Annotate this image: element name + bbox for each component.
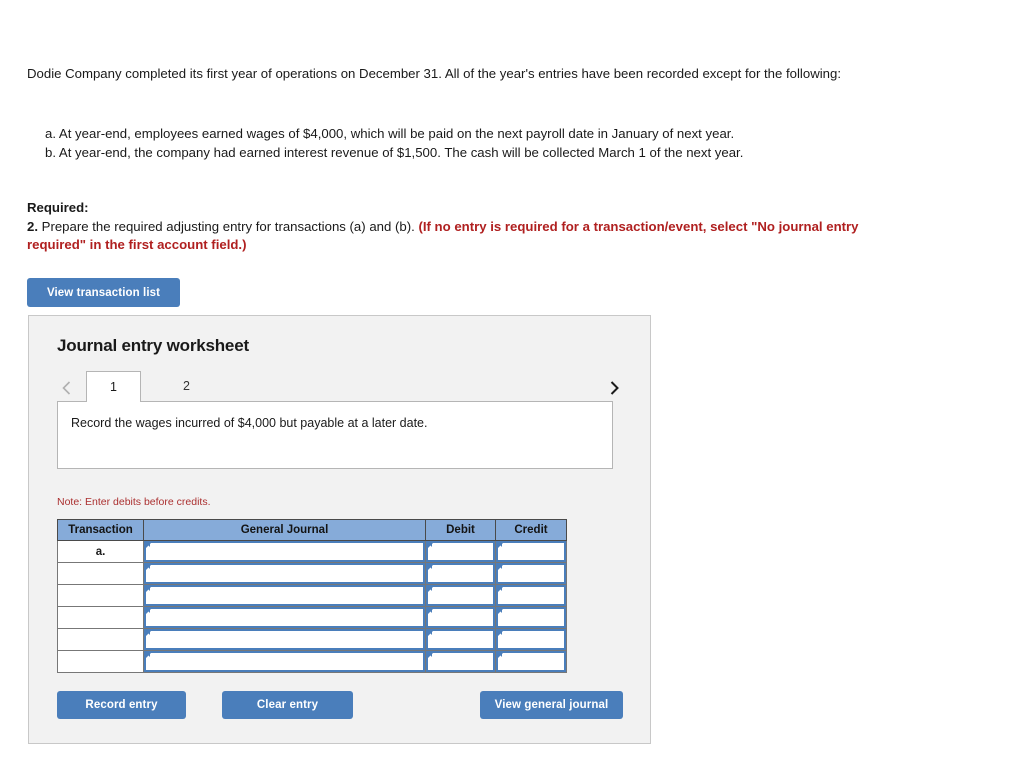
general-journal-input-3[interactable]	[143, 584, 426, 607]
problem-statement: Dodie Company completed its first year o…	[27, 64, 877, 162]
credit-input-2[interactable]	[495, 562, 567, 585]
general-journal-input-field-1[interactable]	[144, 541, 425, 562]
credit-input-field-5[interactable]	[496, 629, 566, 650]
tab-1[interactable]: 1	[86, 371, 141, 402]
debit-input-1[interactable]	[425, 540, 496, 563]
transaction-label	[57, 628, 144, 651]
credit-input-5[interactable]	[495, 628, 567, 651]
view-transaction-list-button[interactable]: View transaction list	[27, 278, 180, 307]
worksheet-tabs: 1 2	[29, 371, 650, 402]
credit-input-field-1[interactable]	[496, 541, 566, 562]
column-header-debit: Debit	[425, 519, 496, 541]
general-journal-input-5[interactable]	[143, 628, 426, 651]
general-journal-input-4[interactable]	[143, 606, 426, 629]
debit-input-field-5[interactable]	[426, 629, 495, 650]
debit-input-field-1[interactable]	[426, 541, 495, 562]
debit-input-5[interactable]	[425, 628, 496, 651]
debits-before-credits-note: Note: Enter debits before credits.	[57, 496, 211, 508]
credit-input-3[interactable]	[495, 584, 567, 607]
general-journal-input-field-5[interactable]	[144, 629, 425, 650]
column-header-general-journal: General Journal	[143, 519, 426, 541]
clear-entry-button[interactable]: Clear entry	[222, 691, 353, 719]
credit-input-6[interactable]	[495, 650, 567, 673]
transaction-label	[57, 606, 144, 629]
problem-intro-text: Dodie Company completed its first year o…	[27, 66, 841, 81]
entry-description-box: Record the wages incurred of $4,000 but …	[57, 401, 613, 469]
required-block: Required: 2. Prepare the required adjust…	[27, 199, 907, 255]
debit-input-4[interactable]	[425, 606, 496, 629]
credit-input-field-2[interactable]	[496, 563, 566, 584]
problem-item-b: b. At year-end, the company had earned i…	[45, 144, 744, 160]
transaction-label: a.	[57, 540, 144, 563]
view-general-journal-button[interactable]: View general journal	[480, 691, 623, 719]
debit-input-field-6[interactable]	[426, 651, 495, 672]
debit-input-6[interactable]	[425, 650, 496, 673]
entry-description-text: Record the wages incurred of $4,000 but …	[71, 416, 428, 430]
general-journal-input-field-2[interactable]	[144, 563, 425, 584]
journal-entry-table: Transaction General Journal Debit Credit…	[57, 519, 567, 673]
credit-input-4[interactable]	[495, 606, 567, 629]
general-journal-input-field-4[interactable]	[144, 607, 425, 628]
required-number: 2.	[27, 218, 38, 234]
credit-input-field-4[interactable]	[496, 607, 566, 628]
transaction-label	[57, 562, 144, 585]
problem-item-a: a. At year-end, employees earned wages o…	[45, 126, 735, 141]
debit-input-field-2[interactable]	[426, 563, 495, 584]
credit-input-field-6[interactable]	[496, 651, 566, 672]
general-journal-input-field-3[interactable]	[144, 585, 425, 606]
general-journal-input-field-6[interactable]	[144, 651, 425, 672]
required-label: Required:	[27, 200, 89, 215]
worksheet-title: Journal entry worksheet	[57, 336, 249, 355]
table-row	[57, 606, 567, 629]
column-header-transaction: Transaction	[57, 519, 144, 541]
transaction-label	[57, 584, 144, 607]
debit-input-field-4[interactable]	[426, 607, 495, 628]
transaction-label	[57, 650, 144, 673]
credit-input-field-3[interactable]	[496, 585, 566, 606]
general-journal-input-1[interactable]	[143, 540, 426, 563]
table-row: a.	[57, 540, 567, 563]
table-row	[57, 562, 567, 585]
table-row	[57, 628, 567, 651]
journal-entry-worksheet-panel: Journal entry worksheet 1 2 Record the w…	[28, 315, 651, 744]
problem-item-list: a. At year-end, employees earned wages o…	[45, 125, 877, 162]
record-entry-button[interactable]: Record entry	[57, 691, 186, 719]
chevron-left-icon[interactable]	[56, 375, 76, 399]
general-journal-input-2[interactable]	[143, 562, 426, 585]
tab-2[interactable]: 2	[159, 371, 214, 401]
required-text: Prepare the required adjusting entry for…	[38, 218, 419, 234]
general-journal-input-6[interactable]	[143, 650, 426, 673]
chevron-right-icon[interactable]	[604, 375, 624, 399]
credit-input-1[interactable]	[495, 540, 567, 563]
debit-input-3[interactable]	[425, 584, 496, 607]
table-header-row: Transaction General Journal Debit Credit	[57, 519, 567, 541]
column-header-credit: Credit	[495, 519, 567, 541]
debit-input-field-3[interactable]	[426, 585, 495, 606]
table-row	[57, 650, 567, 673]
debit-input-2[interactable]	[425, 562, 496, 585]
table-row	[57, 584, 567, 607]
